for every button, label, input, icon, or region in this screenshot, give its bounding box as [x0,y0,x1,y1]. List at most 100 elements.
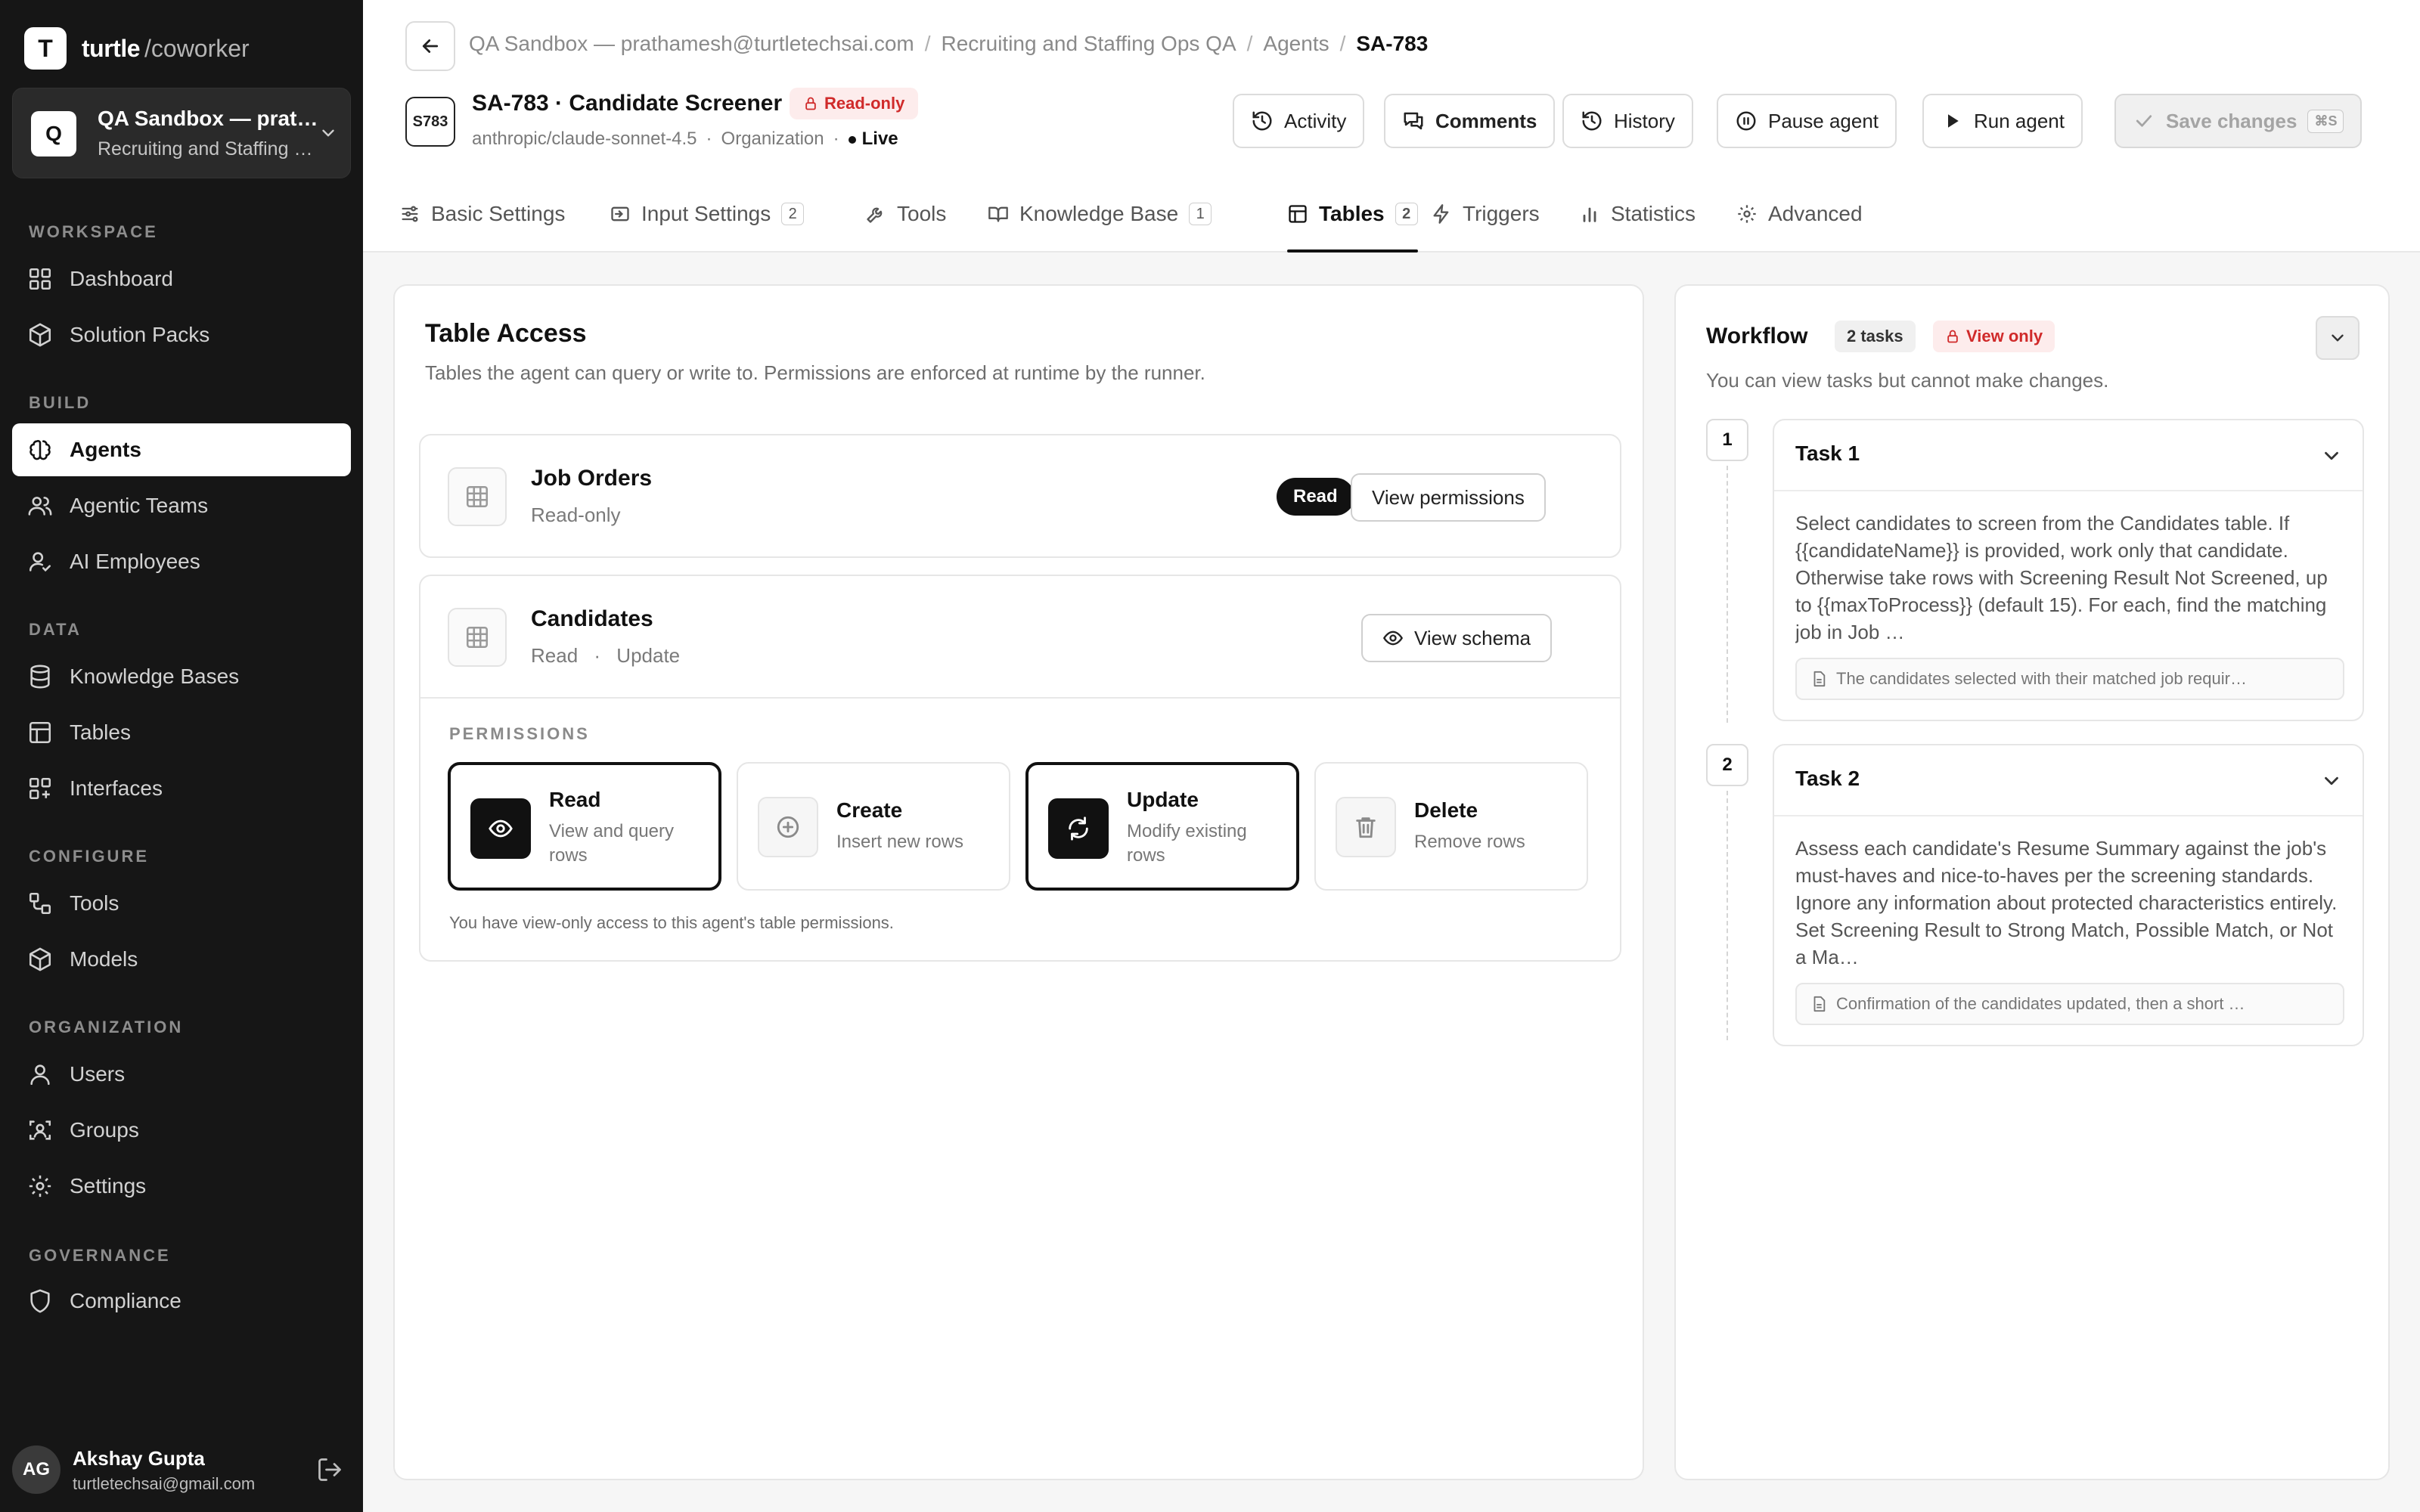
permission-name: Delete [1414,798,1478,822]
document-icon [1810,671,1827,687]
activity-button[interactable]: Activity [1233,94,1365,148]
breadcrumb: QA Sandbox — prathamesh@turtletechsai.co… [469,32,1428,56]
history-button[interactable]: History [1562,94,1693,148]
arrow-left-icon [419,35,442,57]
permission-delete[interactable]: Delete Remove rows [1314,762,1588,891]
nav-section-configure: CONFIGURE [29,847,149,866]
cube-icon [27,947,53,972]
sidebar-item-tools[interactable]: Tools [12,877,351,930]
breadcrumb-agents[interactable]: Agents [1263,32,1329,55]
back-button[interactable] [405,21,455,71]
breadcrumb-workspace[interactable]: QA Sandbox — prathamesh@turtletechsai.co… [469,32,914,55]
breadcrumb-current: SA-783 [1356,32,1429,55]
page-title: SA-783 · Candidate Screener [472,91,783,116]
sidebar-item-label: Interfaces [70,776,163,800]
perm-icon-box [1336,797,1396,857]
check-icon [2133,110,2155,132]
lightning-icon [1431,203,1452,225]
workflow-panel: Workflow 2 tasks View only You can view … [1674,284,2390,1480]
sidebar-item-dashboard[interactable]: Dashboard [12,253,351,305]
sidebar-item-tables[interactable]: Tables [12,706,351,759]
tab-label: Knowledge Base [1019,202,1179,225]
permission-update[interactable]: Update Modify existing rows [1025,762,1299,891]
activity-label: Activity [1284,109,1347,132]
table-icon [1287,203,1308,225]
sidebar-item-models[interactable]: Models [12,933,351,986]
sidebar-item-label: Models [70,947,138,971]
workspace-title: QA Sandbox — prathamesh@turtletechsai.co… [98,107,324,130]
comments-button[interactable]: Comments [1384,94,1556,148]
workflow-title: Workflow [1706,324,1808,349]
step-number: 1 [1706,419,1748,461]
save-button[interactable]: Save changes ⌘S [2114,94,2363,148]
tab-basic-settings[interactable]: Basic Settings [399,175,565,253]
sidebar-item-label: Tables [70,720,131,744]
database-icon [27,664,53,689]
task-card[interactable]: Task 2 Assess each candidate's Resume Su… [1773,744,2364,1046]
tab-advanced[interactable]: Advanced [1736,175,1863,253]
tab-label: Basic Settings [431,202,566,225]
nav-section-data: DATA [29,620,82,639]
view-permissions-button[interactable]: View permissions [1351,473,1546,522]
sidebar-item-ai-employees[interactable]: AI Employees [12,535,351,588]
breadcrumb-project[interactable]: Recruiting and Staffing Ops QA [942,32,1236,55]
workspace-switcher[interactable]: Q QA Sandbox — prathamesh@turtletechsai.… [12,88,351,178]
permission-read[interactable]: Read View and query rows [448,762,721,891]
document-icon [1810,996,1827,1012]
table-icon [448,467,507,526]
sidebar-item-groups[interactable]: Groups [12,1104,351,1157]
tab-count: 2 [781,203,805,225]
sidebar: T turtle /coworker Q QA Sandbox — pratha… [0,0,363,1512]
chevron-down-icon [318,123,338,143]
tab-label: Advanced [1768,202,1863,225]
agent-scope: Organization [721,129,824,149]
user-profile[interactable]: AG Akshay Gupta turtletechsai@gmail.com [12,1438,351,1501]
table-card-candidates: Candidates Read · Update View schema PER… [419,575,1621,962]
sidebar-item-agentic-teams[interactable]: Agentic Teams [12,479,351,532]
tab-tools[interactable]: Tools [865,175,946,253]
tab-triggers[interactable]: Triggers [1431,175,1540,253]
package-icon [27,322,53,348]
tab-statistics[interactable]: Statistics [1579,175,1696,253]
sidebar-item-label: AI Employees [70,550,200,573]
sidebar-item-solution-packs[interactable]: Solution Packs [12,308,351,361]
nav-section-organization: ORGANIZATION [29,1018,184,1036]
chevron-down-icon[interactable] [2320,445,2343,467]
sidebar-item-compliance[interactable]: Compliance [12,1275,351,1328]
workflow-collapse-button[interactable] [2316,316,2360,360]
tab-input-settings[interactable]: Input Settings 2 [610,175,805,253]
sidebar-item-label: Agentic Teams [70,494,209,517]
avatar: AG [12,1445,60,1494]
brand[interactable]: T turtle /coworker [24,27,250,70]
nav-section-workspace: WORKSPACE [29,222,158,241]
table-icon [448,608,507,667]
sidebar-item-users[interactable]: Users [12,1048,351,1101]
book-icon [988,203,1009,225]
chevron-down-icon[interactable] [2320,770,2343,792]
sidebar-item-knowledge-bases[interactable]: Knowledge Bases [12,650,351,703]
view-schema-button[interactable]: View schema [1361,614,1553,662]
divider [420,697,1620,699]
perm-icon-box [470,798,531,859]
permission-create[interactable]: Create Insert new rows [737,762,1010,891]
gear-icon [27,1173,53,1199]
pause-label: Pause agent [1768,109,1879,132]
view-only-badge: View only [1933,321,2055,352]
tab-label: Tools [897,202,947,225]
play-icon [1941,110,1963,132]
run-agent-button[interactable]: Run agent [1922,94,2083,148]
logout-icon[interactable] [316,1456,343,1483]
sidebar-item-settings[interactable]: Settings [12,1160,351,1213]
task-card[interactable]: Task 1 Select candidates to screen from … [1773,419,2364,721]
nav-section-governance: GOVERNANCE [29,1246,171,1265]
tab-knowledge-base[interactable]: Knowledge Base 1 [988,175,1212,253]
readonly-label: Read-only [824,94,905,113]
run-label: Run agent [1974,109,2065,132]
tab-tables[interactable]: Tables 2 [1287,175,1418,253]
sidebar-item-agents[interactable]: Agents [12,423,351,476]
nav-section-build: BUILD [29,393,92,412]
sidebar-item-interfaces[interactable]: Interfaces [12,762,351,815]
save-shortcut: ⌘S [2307,109,2344,133]
save-label: Save changes [2166,109,2297,132]
pause-agent-button[interactable]: Pause agent [1717,94,1897,148]
